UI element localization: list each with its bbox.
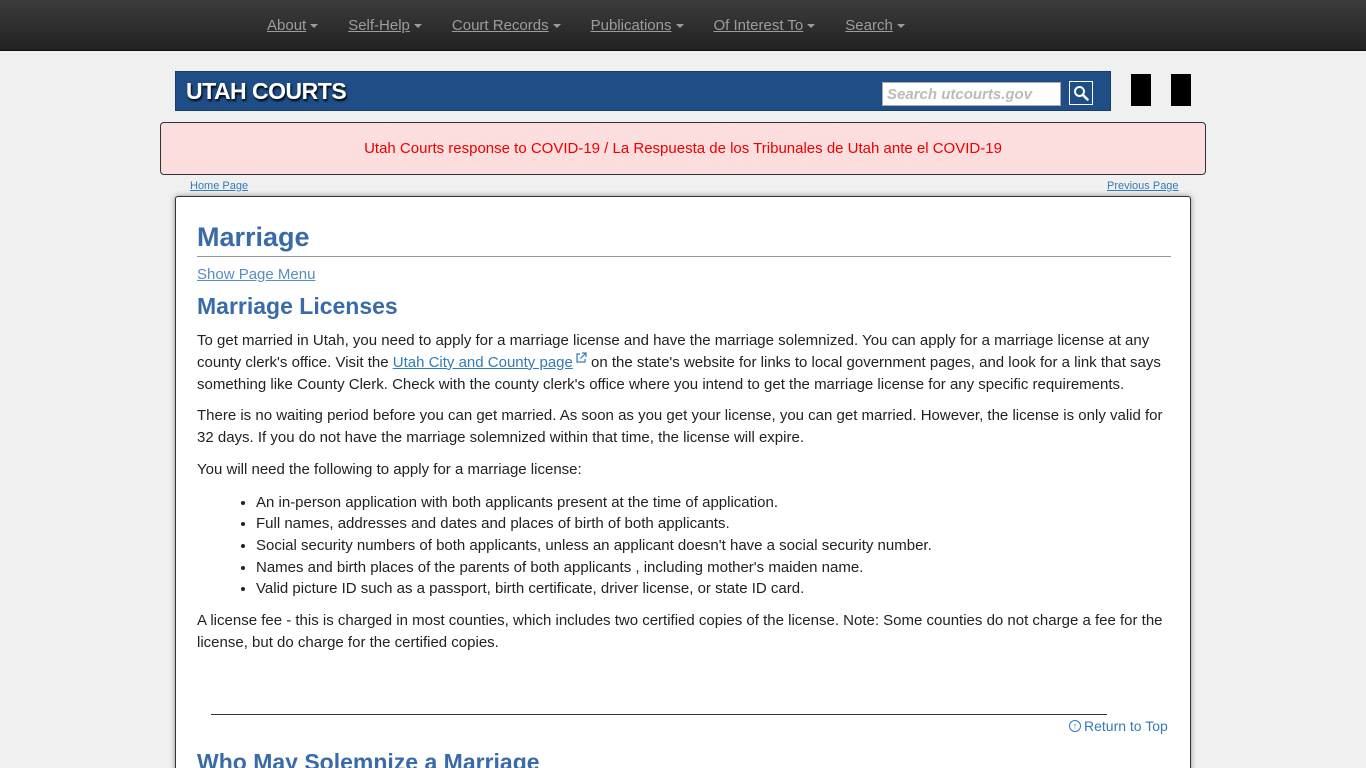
list-item: Names and birth places of the parents of… xyxy=(256,557,1171,579)
nav-search-label: Search xyxy=(845,17,893,34)
site-brand[interactable]: UTAH COURTS xyxy=(186,78,347,105)
covid-alert-link[interactable]: Utah Courts response to COVID-19 / La Re… xyxy=(364,140,1002,157)
nav-about-label: About xyxy=(267,17,307,34)
nav-publications-label: Publications xyxy=(590,17,672,34)
external-link-icon xyxy=(576,352,587,363)
return-to-top-label: Return to Top xyxy=(1084,718,1168,734)
return-to-top-link[interactable]: ↑ Return to Top xyxy=(1069,718,1168,734)
caret-down-icon xyxy=(896,23,905,28)
nav-search[interactable]: Search xyxy=(830,17,920,34)
list-item: Social security numbers of both applican… xyxy=(256,535,1171,557)
utah-city-county-link-text: Utah City and County page xyxy=(392,353,573,371)
search-input[interactable] xyxy=(882,82,1061,106)
home-page-link[interactable]: Home Page xyxy=(190,180,248,192)
black-block-left xyxy=(1131,74,1151,106)
search-icon xyxy=(1074,86,1089,101)
section-title-marriage-licenses: Marriage Licenses xyxy=(197,293,398,319)
utah-city-county-link[interactable]: Utah City and County page xyxy=(392,352,587,371)
nav-self-help-label: Self-Help xyxy=(348,17,410,34)
nav-list: About Self-Help Court Records Publicatio… xyxy=(252,0,920,51)
arrow-up-icon: ↑ xyxy=(1069,720,1081,732)
paragraph-intro: To get married in Utah, you need to appl… xyxy=(197,330,1171,395)
nav-court-records-label: Court Records xyxy=(451,17,549,34)
caret-down-icon xyxy=(552,23,561,28)
covid-alert: Utah Courts response to COVID-19 / La Re… xyxy=(160,122,1206,175)
content-inner: Marriage Show Page Menu Marriage License… xyxy=(197,221,1171,653)
section-title-who-may-solemnize: Who May Solemnize a Marriage xyxy=(197,749,540,768)
paragraph-waiting-period: There is no waiting period before you ca… xyxy=(197,407,1163,447)
content-panel: Marriage Show Page Menu Marriage License… xyxy=(175,196,1191,768)
caret-down-icon xyxy=(675,23,684,28)
page-title: Marriage xyxy=(197,221,1171,257)
top-navbar: About Self-Help Court Records Publicatio… xyxy=(0,0,1366,51)
section-divider xyxy=(211,714,1107,715)
caret-down-icon xyxy=(413,23,422,28)
nav-of-interest-to-label: Of Interest To xyxy=(713,17,804,34)
show-page-menu-link[interactable]: Show Page Menu xyxy=(197,266,315,283)
black-block-right xyxy=(1171,74,1191,106)
requirements-list: An in-person application with both appli… xyxy=(197,492,1171,600)
nav-about[interactable]: About xyxy=(252,17,333,34)
list-item: An in-person application with both appli… xyxy=(256,492,1171,514)
nav-of-interest-to[interactable]: Of Interest To xyxy=(699,17,831,34)
search-button[interactable] xyxy=(1069,81,1093,105)
nav-court-records[interactable]: Court Records xyxy=(437,17,576,34)
list-item: Valid picture ID such as a passport, bir… xyxy=(256,578,1171,600)
previous-page-link[interactable]: Previous Page xyxy=(1107,180,1179,192)
list-item: Full names, addresses and dates and plac… xyxy=(256,513,1171,535)
nav-publications[interactable]: Publications xyxy=(576,17,699,34)
paragraph-license-fee: A license fee - this is charged in most … xyxy=(197,611,1163,651)
caret-down-icon xyxy=(807,23,816,28)
nav-self-help[interactable]: Self-Help xyxy=(333,17,437,34)
paragraph-requirements-intro: You will need the following to apply for… xyxy=(197,460,582,478)
site-banner: UTAH COURTS xyxy=(175,71,1111,111)
caret-down-icon xyxy=(310,23,319,28)
